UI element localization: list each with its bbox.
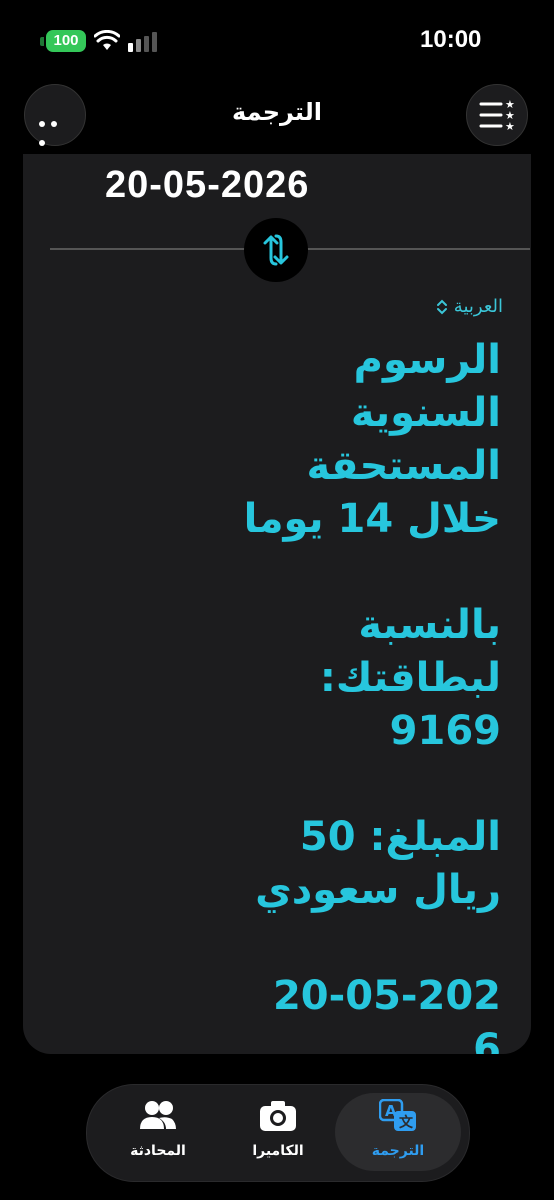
svg-text:★: ★ (505, 120, 515, 133)
battery-indicator: 100 (46, 30, 86, 52)
translation-card: 20-05-2026 العربية الرسوم السنوية المستح… (23, 154, 531, 1054)
chevron-updown-icon (436, 299, 447, 314)
tab-camera-label: الكاميرا (252, 1143, 304, 1159)
people-icon (140, 1101, 176, 1129)
battery-cap (40, 37, 44, 46)
tab-conversation-label: المحادثة (130, 1143, 186, 1159)
swap-arrows-icon (263, 234, 289, 266)
target-language-label: العربية (453, 296, 503, 317)
signal-icon (128, 32, 157, 52)
swap-languages-button[interactable] (244, 218, 308, 282)
favorites-list-button[interactable]: ★ ★ ★ (466, 84, 528, 146)
tab-conversation[interactable]: المحادثة (95, 1093, 221, 1171)
target-language-selector[interactable]: العربية (436, 296, 503, 317)
tab-translate-label: الترجمة (371, 1143, 425, 1159)
source-text[interactable]: 20-05-2026 (105, 164, 309, 207)
camera-icon (260, 1101, 296, 1131)
bottom-tab-bar: المحادثة الكاميرا A 文 الترجمة (86, 1084, 470, 1182)
status-time: 10:00 (420, 26, 482, 53)
tab-translate[interactable]: A 文 الترجمة (335, 1093, 461, 1171)
translation-result[interactable]: الرسوم السنوية المستحقة خلال 14 يوما بال… (201, 334, 501, 1054)
wifi-icon (94, 30, 120, 50)
status-bar: 100 10:00 (0, 0, 554, 80)
svg-text:文: 文 (399, 1114, 414, 1131)
list-star-icon: ★ ★ ★ (479, 98, 515, 133)
translate-icon: A 文 (379, 1099, 416, 1131)
tab-camera[interactable]: الكاميرا (215, 1093, 341, 1171)
